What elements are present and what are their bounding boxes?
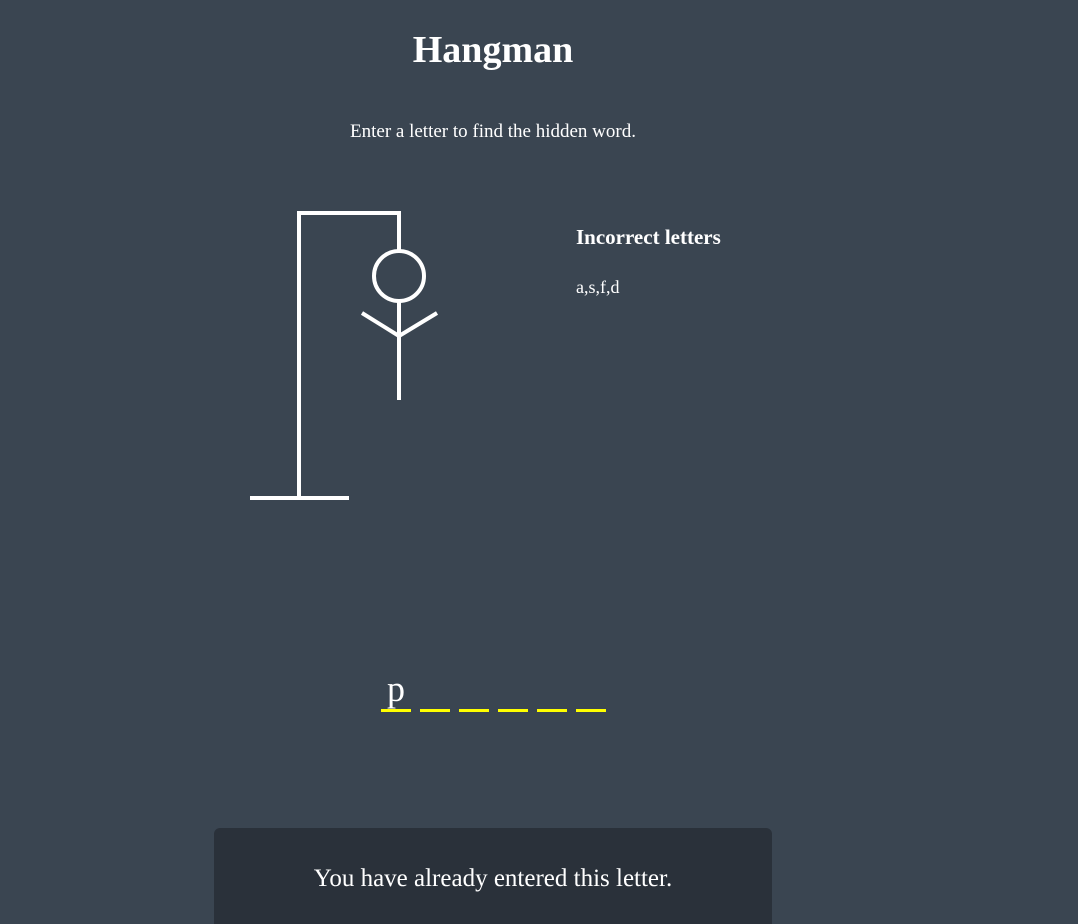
- game-page: Hangman Enter a letter to find the hidde…: [0, 0, 1078, 924]
- instructions-text: Enter a letter to find the hidden word.: [350, 121, 636, 142]
- page-title: Hangman: [412, 29, 574, 71]
- letter-slot: [576, 668, 606, 712]
- letter-slot: [537, 668, 567, 712]
- hidden-word: p: [381, 668, 606, 712]
- letter-slot: p: [381, 668, 411, 712]
- incorrect-letters-list: a,s,f,d: [576, 277, 620, 297]
- incorrect-letters-heading: Incorrect letters: [576, 225, 721, 249]
- hangman-figure: [250, 211, 439, 500]
- letter-slot: [420, 668, 450, 712]
- notification-toast: You have already entered this letter.: [214, 828, 772, 924]
- incorrect-letters-panel: Incorrect letters a,s,f,d: [576, 224, 836, 298]
- notification-text: You have already entered this letter.: [313, 865, 673, 892]
- letter-slot: [459, 668, 489, 712]
- figure-right-arm: [397, 311, 439, 338]
- letter-slot: [498, 668, 528, 712]
- figure-head: [372, 249, 426, 303]
- figure-left-arm: [360, 311, 401, 338]
